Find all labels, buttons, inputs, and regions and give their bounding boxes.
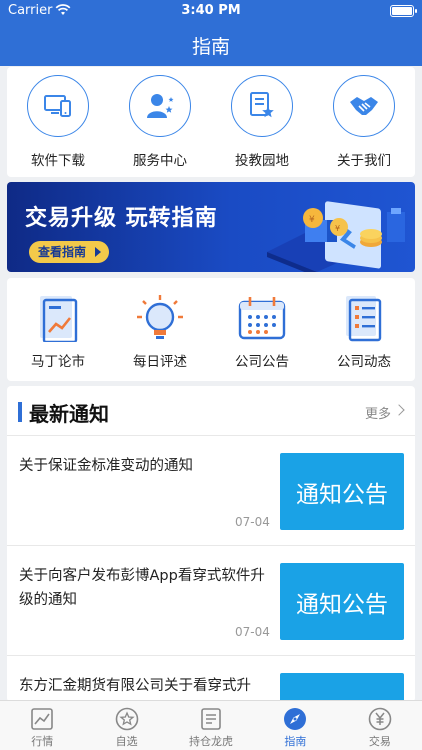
tab-label: 指南 bbox=[284, 735, 307, 748]
news-date: 07-04 bbox=[235, 625, 270, 639]
tab-label: 自选 bbox=[115, 735, 138, 748]
news-heading: 最新通知 bbox=[29, 402, 109, 426]
feature-company-news[interactable]: 公司动态 bbox=[313, 278, 415, 381]
lightbulb-icon bbox=[132, 290, 188, 346]
feature-label: 马丁论市 bbox=[31, 354, 85, 370]
quick-links-card: 软件下载 服务中心 投教园地 关于我们 bbox=[7, 67, 415, 177]
tab-bar: 行情 自选 持仓龙虎 指南 交易 bbox=[0, 700, 422, 750]
quick-link-label: 投教园地 bbox=[235, 153, 289, 169]
education-doc-star-icon bbox=[231, 75, 293, 137]
chart-line-icon bbox=[30, 707, 54, 731]
banner-illustration: ¥ ¥ bbox=[247, 182, 415, 272]
news-thumbnail bbox=[280, 673, 404, 702]
more-link[interactable]: 更多 bbox=[365, 403, 391, 422]
tab-watchlist[interactable]: 自选 bbox=[84, 701, 168, 750]
list-doc-icon bbox=[199, 707, 223, 731]
quick-link-label: 软件下载 bbox=[31, 153, 85, 169]
nav-bar: 指南 bbox=[0, 22, 422, 66]
page-title: 指南 bbox=[191, 36, 230, 58]
feature-label: 每日评述 bbox=[133, 354, 187, 370]
latest-news-card: 最新通知 更多 关于保证金标准变动的通知 07-04 通知公告 关于向客户发布彭… bbox=[7, 386, 415, 702]
view-guide-button[interactable]: 查看指南 bbox=[29, 241, 109, 263]
feature-daily-commentary[interactable]: 每日评述 bbox=[109, 278, 211, 381]
news-title: 关于保证金标准变动的通知 bbox=[19, 458, 193, 474]
chart-doc-icon bbox=[30, 290, 86, 346]
status-time: 3:40 PM bbox=[181, 3, 241, 18]
news-item[interactable]: 关于保证金标准变动的通知 07-04 通知公告 bbox=[7, 436, 415, 546]
feature-company-notice[interactable]: 公司公告 bbox=[211, 278, 313, 381]
compass-icon bbox=[283, 707, 307, 731]
feature-label: 公司动态 bbox=[337, 354, 391, 370]
play-arrow-icon bbox=[95, 247, 101, 257]
feature-martin-market[interactable]: 马丁论市 bbox=[7, 278, 109, 381]
tab-label: 交易 bbox=[368, 735, 391, 748]
news-title: 关于向客户发布彭博App看穿式软件升级的通知 bbox=[19, 568, 265, 608]
feature-label: 公司公告 bbox=[235, 354, 289, 370]
chevron-right-icon bbox=[393, 404, 405, 416]
monitor-phone-icon bbox=[27, 75, 89, 137]
features-card: 马丁论市 每日评述 公司公告 公司动态 bbox=[7, 278, 415, 381]
star-circle-icon bbox=[115, 707, 139, 731]
handshake-icon bbox=[333, 75, 395, 137]
service-person-icon bbox=[129, 75, 191, 137]
news-doc-icon bbox=[336, 290, 392, 346]
section-accent-bar bbox=[18, 402, 22, 422]
yuan-circle-icon bbox=[368, 707, 392, 731]
banner-headline: 交易升级 玩转指南 bbox=[25, 206, 218, 231]
quick-link-label: 服务中心 bbox=[133, 153, 187, 169]
calendar-icon bbox=[234, 290, 290, 346]
tab-trade[interactable]: 交易 bbox=[338, 701, 422, 750]
news-item[interactable]: 东方汇金期货有限公司关于看穿式升 bbox=[7, 656, 415, 702]
tab-guide[interactable]: 指南 bbox=[253, 701, 337, 750]
tab-label: 持仓龙虎 bbox=[189, 735, 234, 748]
quick-link-software-download[interactable]: 软件下载 bbox=[7, 67, 109, 177]
svg-text:¥: ¥ bbox=[335, 224, 340, 233]
news-date: 07-04 bbox=[235, 515, 270, 529]
svg-text:¥: ¥ bbox=[309, 215, 315, 225]
news-thumbnail: 通知公告 bbox=[280, 453, 404, 530]
status-bar: Carrier 3:40 PM bbox=[0, 0, 422, 22]
news-header: 最新通知 更多 bbox=[7, 386, 415, 436]
quick-link-about-us[interactable]: 关于我们 bbox=[313, 67, 415, 177]
battery-icon bbox=[390, 5, 417, 17]
news-title: 东方汇金期货有限公司关于看穿式升 bbox=[19, 678, 251, 694]
tab-label: 行情 bbox=[31, 735, 54, 748]
view-guide-label: 查看指南 bbox=[38, 245, 87, 259]
news-thumbnail: 通知公告 bbox=[280, 563, 404, 640]
news-item[interactable]: 关于向客户发布彭博App看穿式软件升级的通知 07-04 通知公告 bbox=[7, 546, 415, 656]
quick-link-label: 关于我们 bbox=[337, 153, 391, 169]
quick-link-education[interactable]: 投教园地 bbox=[211, 67, 313, 177]
quick-link-service-center[interactable]: 服务中心 bbox=[109, 67, 211, 177]
promo-banner[interactable]: 交易升级 玩转指南 查看指南 ¥ ¥ bbox=[7, 182, 415, 272]
tab-positions[interactable]: 持仓龙虎 bbox=[169, 701, 253, 750]
tab-market[interactable]: 行情 bbox=[0, 701, 84, 750]
